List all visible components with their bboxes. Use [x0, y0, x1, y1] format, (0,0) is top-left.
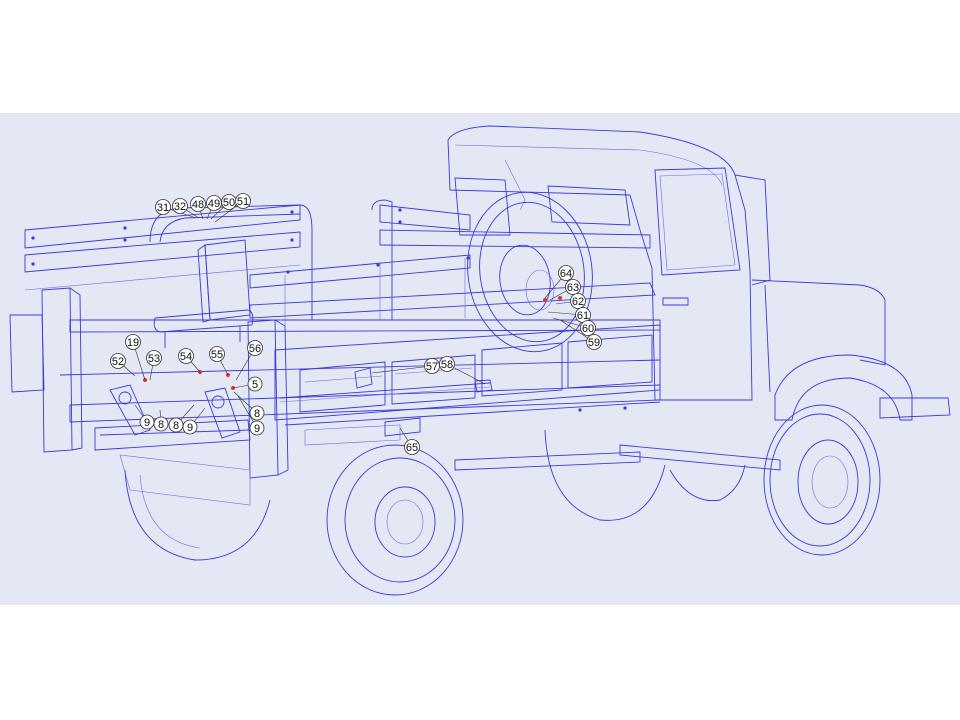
callout-number: 48 [192, 199, 204, 211]
callout-58: 58 [439, 356, 486, 385]
callout-59: 59 [559, 319, 602, 350]
callout-48: 48 [190, 196, 206, 220]
callout-number: 59 [588, 337, 600, 349]
callout-number: 19 [127, 337, 139, 349]
callout-number: 31 [157, 202, 169, 214]
chassis-frame [69, 384, 781, 506]
callout-60: 60 [552, 317, 596, 336]
callout-number: 8 [173, 420, 179, 432]
truck-cab [447, 125, 886, 401]
callout-5: 5 [232, 376, 263, 392]
callout-56: 56 [235, 340, 263, 381]
callout-number: 63 [567, 282, 579, 294]
callout-number: 52 [112, 356, 124, 368]
callout-number: 8 [158, 419, 164, 431]
rear-corner-posts [9, 287, 289, 479]
callout-number: 49 [208, 198, 220, 210]
callout-number: 5 [252, 379, 258, 391]
callout-number: 51 [237, 196, 249, 208]
callout-number: 60 [582, 323, 594, 335]
callout-number: 9 [144, 417, 150, 429]
callout-number: 64 [560, 268, 572, 280]
callout-number: 56 [249, 343, 261, 355]
callout-number: 55 [211, 349, 223, 361]
callout-54: 54 [178, 348, 201, 373]
rear-wheels [124, 429, 746, 596]
callout-number: 8 [254, 408, 260, 420]
callout-62: 62 [555, 293, 586, 309]
front-fender [774, 354, 951, 421]
callout-52: 52 [110, 353, 136, 377]
callout-49: 49 [206, 195, 222, 220]
callout-number: 9 [254, 423, 260, 435]
fastener-markers [31, 208, 627, 412]
callout-number: 54 [180, 351, 192, 363]
callout-number: 32 [174, 201, 186, 213]
callout-53: 53 [146, 350, 162, 381]
callout-number: 62 [572, 296, 584, 308]
callout-number: 57 [426, 361, 438, 373]
callout-number: 9 [187, 422, 193, 434]
callout-number: 65 [406, 442, 418, 454]
cad-viewport[interactable]: 31 32 48 49 50 51 64 63 62 61 60 59 19 52 53 54 55 56 5 57 5… [0, 113, 960, 605]
callout-number: 50 [223, 197, 235, 209]
callout-number: 58 [441, 359, 453, 371]
truck-assembly-drawing: 31 32 48 49 50 516463626160591952 53 54 55 56557 5… [9, 125, 951, 596]
rear-side-rails [24, 199, 651, 320]
callout-8: 8 [153, 409, 169, 432]
callout-number: 53 [148, 353, 160, 365]
front-wheel [763, 404, 881, 556]
callout-9: 9 [182, 407, 206, 435]
